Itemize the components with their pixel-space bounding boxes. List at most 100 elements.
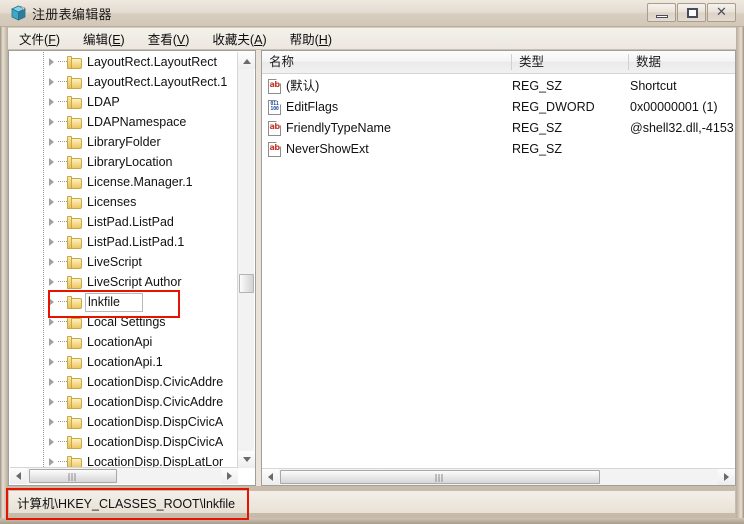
expand-arrow-icon[interactable]	[49, 98, 54, 106]
value-row[interactable]: 011 100 EditFlags REG_DWORD 0x00000001 (1)	[262, 97, 735, 118]
folder-icon	[67, 176, 82, 189]
expand-arrow-icon[interactable]	[49, 58, 54, 66]
folder-icon	[67, 216, 82, 229]
expand-arrow-icon[interactable]	[49, 178, 54, 186]
expand-arrow-icon[interactable]	[49, 138, 54, 146]
expand-arrow-icon[interactable]	[49, 278, 54, 286]
tree-item-locationdisp-displatlor[interactable]: LocationDisp.DispLatLor	[9, 452, 237, 468]
tree-vertical-scrollbar-thumb[interactable]	[239, 274, 254, 293]
maximize-button[interactable]	[677, 3, 706, 22]
values-scroll-right-button[interactable]	[718, 469, 735, 485]
tree-guide-line	[43, 392, 44, 412]
tree-item-livescript-author[interactable]: LiveScript Author	[9, 272, 237, 292]
menu-file[interactable]: 文件(F)	[16, 27, 63, 50]
tree-item-label: LocationDisp.DispCivicA	[87, 415, 224, 429]
expand-arrow-icon[interactable]	[49, 258, 54, 266]
value-data: Shortcut	[630, 79, 677, 93]
registry-editor-window: 注册表编辑器 ✕ 文件(F) 编辑(E) 查看(V) 收藏夫(A) 帮助(H) …	[0, 0, 744, 524]
tree-guide-line	[43, 452, 44, 468]
tree-item-listpad-listpad[interactable]: ListPad.ListPad	[9, 212, 237, 232]
tree-guide-line	[43, 112, 44, 132]
tree-item-label: LDAPNamespace	[87, 115, 187, 129]
tree-scroll-down-button[interactable]	[238, 451, 255, 468]
values-scroll-left-button[interactable]	[262, 469, 279, 485]
expand-arrow-icon[interactable]	[49, 118, 54, 126]
expand-arrow-icon[interactable]	[49, 338, 54, 346]
folder-icon	[67, 256, 82, 269]
folder-icon	[67, 156, 82, 169]
tree-item-locationdisp-civicaddre[interactable]: LocationDisp.CivicAddre	[9, 372, 237, 392]
expand-arrow-icon[interactable]	[49, 438, 54, 446]
tree-item-ldapnamespace[interactable]: LDAPNamespace	[9, 112, 237, 132]
column-header-name[interactable]: 名称	[262, 51, 512, 73]
tree-horizontal-scrollbar[interactable]	[10, 467, 238, 484]
registry-values-pane[interactable]: 名称 类型 数据 ab (默认) REG_SZ Shortcut 011 100 EditF…	[261, 50, 736, 486]
tree-item-label: LocationDisp.DispLatLor	[87, 455, 224, 468]
tree-item-librarylocation[interactable]: LibraryLocation	[9, 152, 237, 172]
column-header-type[interactable]: 类型	[512, 51, 629, 73]
column-header-data[interactable]: 数据	[629, 51, 735, 73]
expand-arrow-icon[interactable]	[49, 458, 54, 466]
expand-arrow-icon[interactable]	[49, 358, 54, 366]
menu-bar: 文件(F) 编辑(E) 查看(V) 收藏夫(A) 帮助(H)	[8, 28, 736, 50]
tree-item-licenses[interactable]: Licenses	[9, 192, 237, 212]
expand-arrow-icon[interactable]	[49, 78, 54, 86]
tree-item-ldap[interactable]: LDAP	[9, 92, 237, 112]
minimize-icon	[656, 15, 668, 18]
tree-item-locationapi[interactable]: LocationApi	[9, 332, 237, 352]
value-type: REG_DWORD	[512, 100, 595, 114]
value-type: REG_SZ	[512, 121, 563, 135]
expand-arrow-icon[interactable]	[49, 378, 54, 386]
tree-scroll-up-button[interactable]	[238, 52, 255, 69]
tree-guide-line	[43, 232, 44, 252]
expand-arrow-icon[interactable]	[49, 158, 54, 166]
values-column-header: 名称 类型 数据	[262, 51, 735, 74]
expand-arrow-icon[interactable]	[49, 298, 54, 306]
tree-item-label: LiveScript Author	[87, 275, 182, 289]
tree-item-lnkfile[interactable]: lnkfile	[9, 292, 237, 312]
tree-item-label: ListPad.ListPad	[87, 215, 174, 229]
value-row[interactable]: ab (默认) REG_SZ Shortcut	[262, 76, 735, 97]
tree-horizontal-scrollbar-thumb[interactable]	[29, 469, 117, 483]
minimize-button[interactable]	[647, 3, 676, 22]
tree-scroll-right-button[interactable]	[221, 468, 238, 484]
title-bar[interactable]: 注册表编辑器 ✕	[0, 0, 744, 27]
expand-arrow-icon[interactable]	[49, 398, 54, 406]
tree-item-locationapi-1[interactable]: LocationApi.1	[9, 352, 237, 372]
tree-scroll-left-button[interactable]	[10, 468, 27, 484]
value-row[interactable]: ab FriendlyTypeName REG_SZ @shell32.dll,-41…	[262, 118, 735, 139]
tree-item-layoutrect-layoutrect-1[interactable]: LayoutRect.LayoutRect.1	[9, 72, 237, 92]
tree-item-listpad-listpad-1[interactable]: ListPad.ListPad.1	[9, 232, 237, 252]
value-row[interactable]: ab NeverShowExt REG_SZ	[262, 139, 735, 160]
tree-item-license-manager-1[interactable]: License.Manager.1	[9, 172, 237, 192]
close-button[interactable]: ✕	[707, 3, 736, 22]
menu-view[interactable]: 查看(V)	[145, 27, 193, 50]
tree-guide-line	[43, 72, 44, 92]
tree-item-layoutrect-layoutrect[interactable]: LayoutRect.LayoutRect	[9, 52, 237, 72]
tree-item-libraryfolder[interactable]: LibraryFolder	[9, 132, 237, 152]
expand-arrow-icon[interactable]	[49, 318, 54, 326]
tree-item-label: LibraryFolder	[87, 135, 161, 149]
tree-item-locationdisp-civicaddre[interactable]: LocationDisp.CivicAddre	[9, 392, 237, 412]
registry-tree-pane[interactable]: LayoutRect.LayoutRect LayoutRect.LayoutRe…	[8, 50, 256, 486]
folder-icon	[67, 316, 82, 329]
tree-item-locationdisp-dispcivica[interactable]: LocationDisp.DispCivicA	[9, 412, 237, 432]
tree-vertical-scrollbar[interactable]	[237, 52, 255, 468]
tree-guide-line	[43, 432, 44, 452]
expand-arrow-icon[interactable]	[49, 198, 54, 206]
tree-item-label: LayoutRect.LayoutRect	[87, 55, 217, 69]
menu-help[interactable]: 帮助(H)	[287, 27, 335, 50]
values-horizontal-scrollbar[interactable]	[262, 468, 735, 485]
registry-path-text: 计算机\HKEY_CLASSES_ROOT\lnkfile	[17, 496, 236, 511]
tree-item-label: LocationDisp.CivicAddre	[87, 375, 224, 389]
tree-item-local-settings[interactable]: Local Settings	[9, 312, 237, 332]
tree-item-livescript[interactable]: LiveScript	[9, 252, 237, 272]
menu-favorites[interactable]: 收藏夫(A)	[209, 27, 269, 50]
menu-edit[interactable]: 编辑(E)	[80, 27, 128, 50]
window-controls: ✕	[646, 3, 736, 22]
tree-item-locationdisp-dispcivica[interactable]: LocationDisp.DispCivicA	[9, 432, 237, 452]
expand-arrow-icon[interactable]	[49, 418, 54, 426]
expand-arrow-icon[interactable]	[49, 218, 54, 226]
values-horizontal-scrollbar-thumb[interactable]	[280, 470, 600, 484]
expand-arrow-icon[interactable]	[49, 238, 54, 246]
